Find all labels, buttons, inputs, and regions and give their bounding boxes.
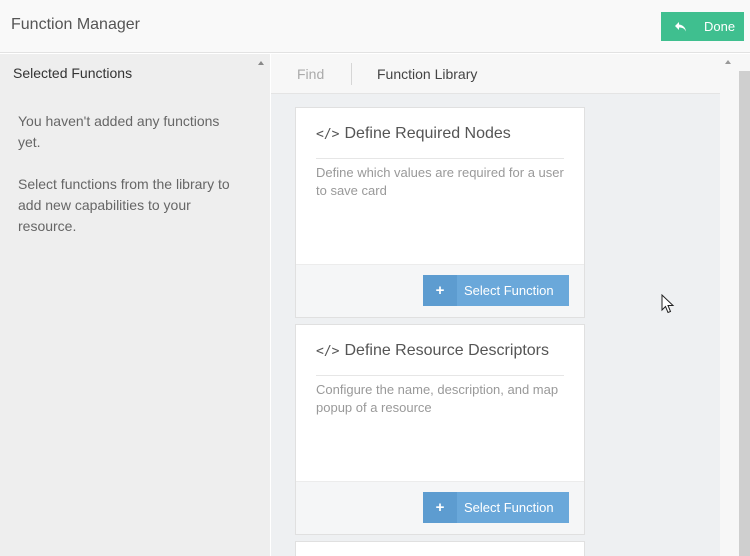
select-function-button[interactable]: + Select Function	[423, 275, 569, 306]
tab-divider	[351, 63, 352, 85]
function-library-list: </> Define Required Nodes Define which v…	[271, 94, 720, 556]
empty-message-line-2: Select functions from the library to add…	[18, 176, 230, 234]
scroll-up-arrow-icon[interactable]	[725, 60, 731, 64]
function-card-description: Define which values are required for a u…	[316, 165, 564, 198]
function-card: </> Define Resource Descriptors Configur…	[295, 324, 585, 535]
scroll-up-arrow-icon[interactable]	[258, 61, 264, 65]
tab-function-library[interactable]: Function Library	[377, 66, 477, 82]
function-card-title: </> Define Resource Descriptors	[316, 342, 549, 360]
done-button[interactable]: Done	[661, 12, 744, 41]
selected-functions-content: Selected Functions You haven't added any…	[0, 54, 252, 556]
function-card-title: </> Define Required Nodes	[316, 125, 511, 143]
tab-find[interactable]: Find	[297, 66, 324, 82]
function-card-footer: + Select Function	[296, 481, 584, 534]
done-button-label: Done	[704, 19, 736, 34]
code-icon: </>	[316, 343, 340, 359]
function-card-body: </> Define Resource Descriptors Configur…	[296, 325, 584, 481]
function-card-body: </> Define Required Nodes Define which v…	[296, 108, 584, 264]
plus-icon: +	[423, 492, 457, 523]
empty-message-line-1: You haven't added any functions yet.	[18, 113, 220, 150]
library-tabs: Find Function Library	[271, 54, 720, 94]
select-function-label: Select Function	[464, 283, 554, 298]
function-card: </> Define Required Nodes Define which v…	[295, 107, 585, 318]
undo-arrow-icon	[674, 20, 688, 34]
function-card-description: Configure the name, description, and map…	[316, 382, 559, 415]
scrollbar-thumb[interactable]	[739, 71, 750, 556]
select-function-button[interactable]: + Select Function	[423, 492, 569, 523]
card-divider	[316, 375, 564, 376]
select-function-label: Select Function	[464, 500, 554, 515]
header-bar: Function Manager Done	[0, 0, 750, 53]
function-card-title-text: Define Required Nodes	[344, 125, 511, 142]
card-divider	[316, 158, 564, 159]
mouse-pointer-icon	[661, 293, 675, 314]
selected-functions-panel: Selected Functions You haven't added any…	[0, 54, 270, 556]
function-card-partial	[295, 541, 585, 556]
function-card-footer: + Select Function	[296, 264, 584, 317]
plus-icon: +	[423, 275, 457, 306]
left-scrollbar[interactable]	[252, 54, 270, 556]
selected-functions-title: Selected Functions	[13, 65, 133, 81]
app-title: Function Manager	[11, 16, 140, 33]
empty-message: You haven't added any functions yet. Sel…	[18, 111, 238, 237]
code-icon: </>	[316, 126, 340, 142]
library-scrollbar[interactable]	[720, 54, 750, 556]
function-card-title-text: Define Resource Descriptors	[344, 342, 550, 359]
